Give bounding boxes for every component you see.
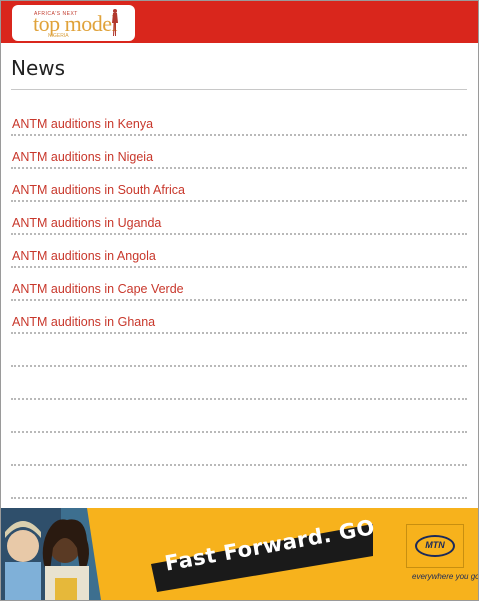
list-item-empty (11, 433, 467, 466)
page-title: News (11, 56, 66, 80)
news-link[interactable]: ANTM auditions in Uganda (12, 216, 161, 230)
list-item-empty (11, 334, 467, 367)
logo-main-text: top model (33, 11, 118, 36)
mtn-logo: MTN (406, 524, 464, 568)
ad-photo (1, 508, 119, 600)
mtn-brand-text: MTN (425, 540, 445, 550)
news-link[interactable]: ANTM auditions in Cape Verde (12, 282, 184, 296)
title-divider (11, 89, 467, 90)
header-bar: AFRICA'S NEXT top model NIGERIA (1, 1, 478, 43)
list-item: ANTM auditions in Cape Verde (11, 268, 467, 301)
news-link[interactable]: ANTM auditions in Ghana (12, 315, 155, 329)
list-item: ANTM auditions in Kenya (11, 103, 467, 136)
list-item-empty (11, 466, 467, 499)
logo[interactable]: AFRICA'S NEXT top model NIGERIA (12, 5, 135, 41)
ad-tagline: everywhere you go (412, 572, 478, 581)
news-list: ANTM auditions in Kenya ANTM auditions i… (11, 103, 467, 499)
news-link[interactable]: ANTM auditions in Kenya (12, 117, 153, 131)
ad-slogan-block: Fast Forward. GO (151, 515, 377, 592)
list-item: ANTM auditions in Ghana (11, 301, 467, 334)
list-item-empty (11, 400, 467, 433)
news-link[interactable]: ANTM auditions in South Africa (12, 183, 185, 197)
list-item: ANTM auditions in Uganda (11, 202, 467, 235)
logo-tag-text: NIGERIA (48, 33, 69, 39)
list-item: ANTM auditions in South Africa (11, 169, 467, 202)
news-link[interactable]: ANTM auditions in Nigeia (12, 150, 153, 164)
model-figure-icon (112, 9, 118, 36)
ad-banner[interactable]: Fast Forward. GO MTN everywhere you go (1, 508, 478, 600)
list-item-empty (11, 367, 467, 400)
mtn-logo-icon: MTN (415, 535, 455, 557)
news-link[interactable]: ANTM auditions in Angola (12, 249, 156, 263)
list-item: ANTM auditions in Nigeia (11, 136, 467, 169)
list-item: ANTM auditions in Angola (11, 235, 467, 268)
